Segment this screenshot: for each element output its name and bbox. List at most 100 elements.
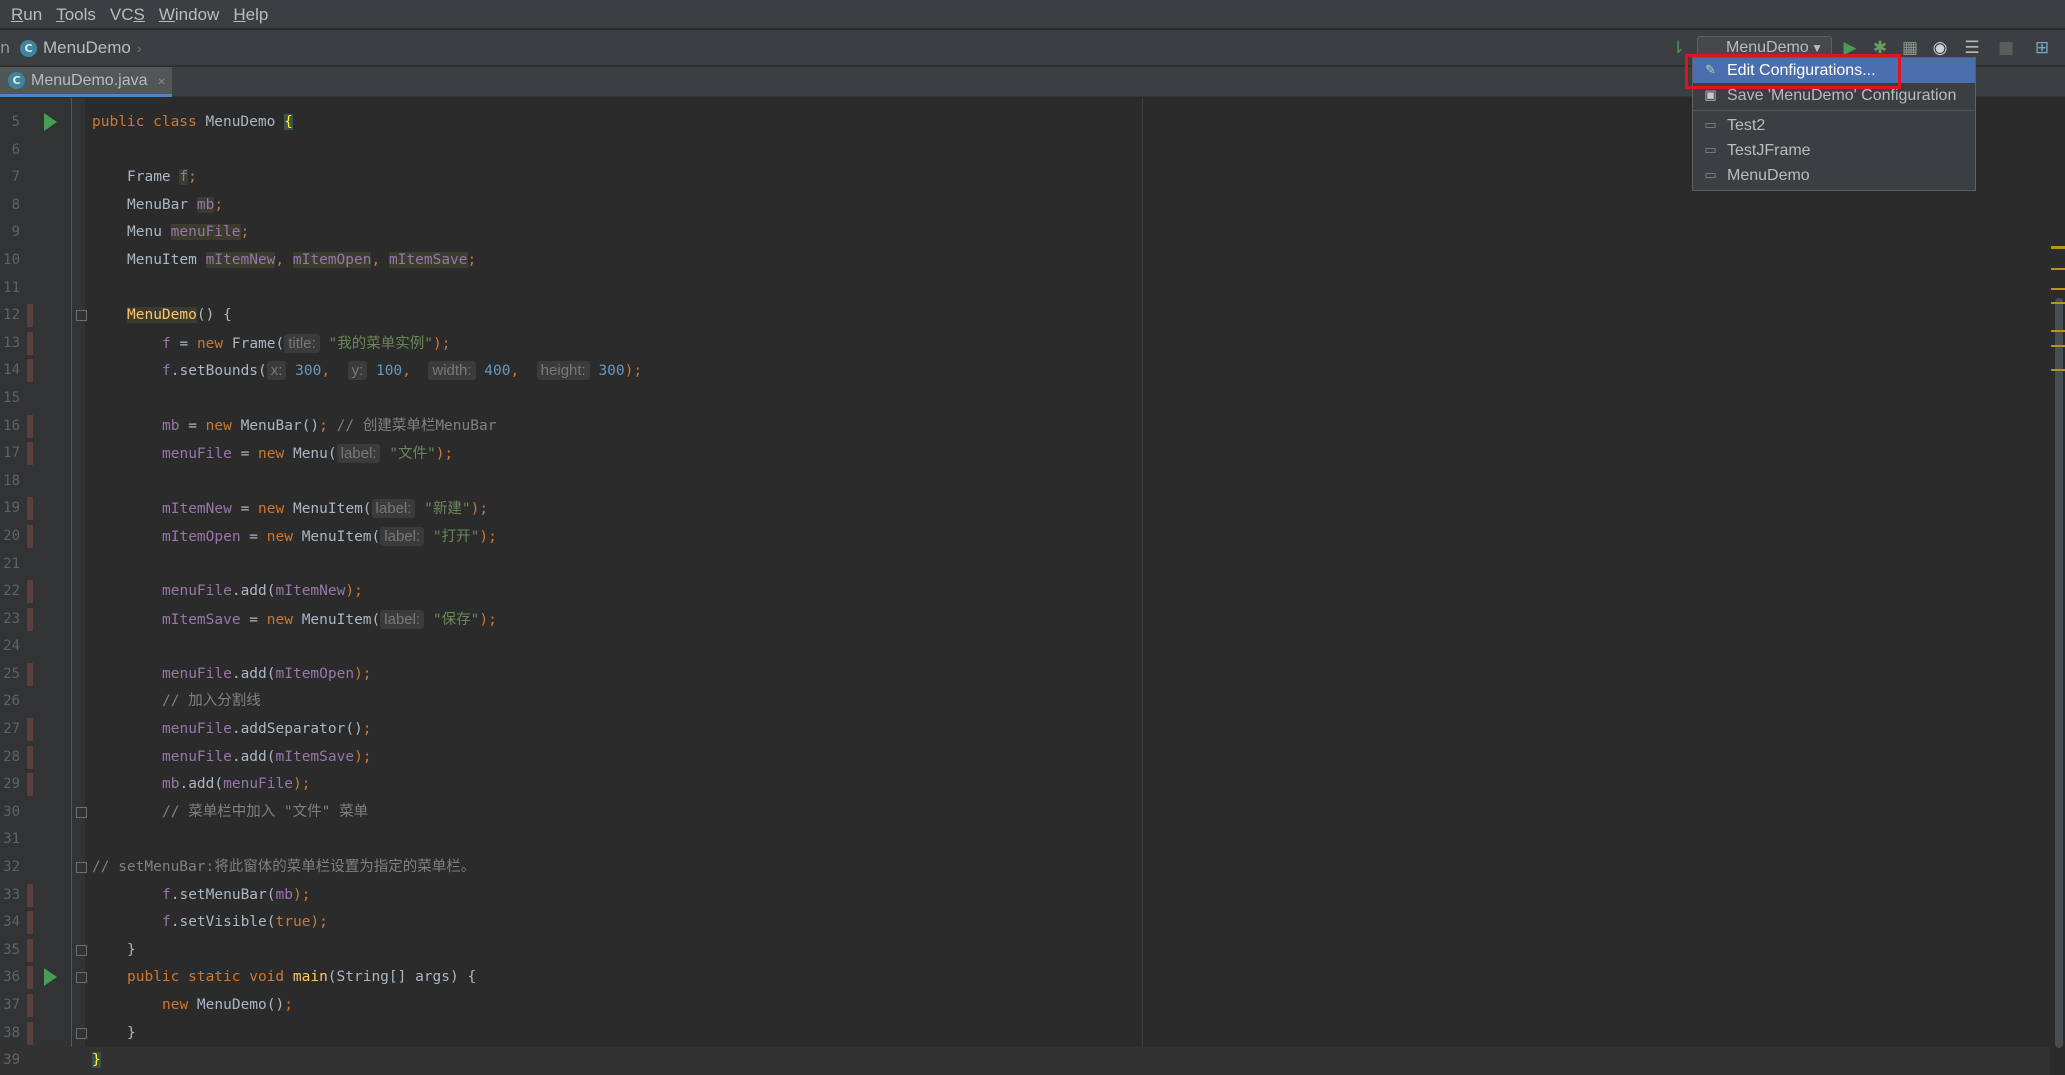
vcs-change-marker[interactable] xyxy=(27,718,33,742)
code-line[interactable]: 27 menuFile.addSeparator(); xyxy=(0,716,2050,744)
code-editor[interactable]: 5 public class MenuDemo {6 7 Frame f; 8 MenuB… xyxy=(0,98,2065,1075)
vertical-scrollbar[interactable] xyxy=(2050,98,2065,1066)
code-line[interactable]: 10 MenuItem mItemNew, mItemOpen, mItemSav… xyxy=(0,247,2050,275)
tab-menudemo-java[interactable]: C MenuDemo.java × xyxy=(0,67,172,97)
fold-marker-icon[interactable] xyxy=(76,310,87,322)
warning-stripe[interactable] xyxy=(2051,302,2065,304)
fold-marker-icon[interactable] xyxy=(76,972,87,984)
code-line[interactable]: 35} xyxy=(0,937,2050,965)
code-line[interactable]: 38} xyxy=(0,1020,2050,1048)
vcs-change-marker[interactable] xyxy=(27,359,33,383)
line-number[interactable]: 35 xyxy=(0,937,20,965)
code-line[interactable]: 33 f.setMenuBar(mb); xyxy=(0,882,2050,910)
vcs-change-marker[interactable] xyxy=(27,1021,33,1045)
line-number[interactable]: 31 xyxy=(0,826,20,854)
line-number[interactable]: 6 xyxy=(0,137,20,165)
line-number[interactable]: 16 xyxy=(0,413,20,441)
run-gutter-icon[interactable] xyxy=(44,968,57,987)
vcs-change-marker[interactable] xyxy=(27,745,33,769)
vcs-change-marker[interactable] xyxy=(27,414,33,438)
line-number[interactable]: 39 xyxy=(0,1047,20,1075)
vcs-change-marker[interactable] xyxy=(27,994,33,1017)
vcs-change-marker[interactable] xyxy=(27,580,33,604)
vcs-change-marker[interactable] xyxy=(27,938,33,962)
code-line[interactable]: 29 mb.add(menuFile); xyxy=(0,771,2050,799)
vcs-change-marker[interactable] xyxy=(27,497,33,521)
vcs-change-marker[interactable] xyxy=(27,331,33,355)
fold-marker-icon[interactable] xyxy=(76,944,87,956)
warning-stripe[interactable] xyxy=(2051,288,2065,290)
vcs-change-marker[interactable] xyxy=(27,662,33,686)
code-line[interactable]: 20 mItemOpen = new MenuItem(label: "打开"); xyxy=(0,523,2050,551)
code-line[interactable]: 37 new MenuDemo(); xyxy=(0,992,2050,1020)
code-line[interactable]: 26 // 加入分割线 xyxy=(0,688,2050,716)
code-line[interactable]: 24 xyxy=(0,633,2050,661)
line-number[interactable]: 24 xyxy=(0,633,20,661)
line-number[interactable]: 32 xyxy=(0,854,20,882)
line-number[interactable]: 25 xyxy=(0,661,20,689)
code-line[interactable]: 12 MenuDemo() { xyxy=(0,302,2050,330)
warning-stripe[interactable] xyxy=(2051,268,2065,270)
line-number[interactable]: 11 xyxy=(0,275,20,303)
vcs-change-marker[interactable] xyxy=(27,524,33,548)
line-number[interactable]: 5 xyxy=(0,109,20,137)
code-line[interactable]: 11 xyxy=(0,275,2050,303)
config-item-test2[interactable]: ▭ Test2 xyxy=(1693,113,1975,138)
profile-icon[interactable]: ◉ xyxy=(1930,38,1950,58)
code-line[interactable]: 18 xyxy=(0,468,2050,496)
code-line[interactable]: 19 mItemNew = new MenuItem(label: "新建"); xyxy=(0,495,2050,523)
fold-marker-icon[interactable] xyxy=(76,862,87,874)
line-number[interactable]: 21 xyxy=(0,551,20,579)
line-number[interactable]: 13 xyxy=(0,330,20,358)
line-number[interactable]: 12 xyxy=(0,302,20,330)
warning-stripe[interactable] xyxy=(2051,247,2065,249)
coverage-icon[interactable]: ▦ xyxy=(1900,38,1920,58)
menu-help[interactable]: Help xyxy=(226,0,275,29)
menu-run[interactable]: Run xyxy=(4,0,49,29)
code-line[interactable]: 17 menuFile = new Menu(label: "文件"); xyxy=(0,440,2050,468)
line-number[interactable]: 30 xyxy=(0,799,20,827)
line-number[interactable]: 15 xyxy=(0,385,20,413)
code-line[interactable]: 23 mItemSave = new MenuItem(label: "保存"); xyxy=(0,606,2050,634)
line-number[interactable]: 36 xyxy=(0,964,20,992)
line-number[interactable]: 7 xyxy=(0,164,20,192)
vcs-change-marker[interactable] xyxy=(27,442,33,466)
code-line[interactable]: 15 xyxy=(0,385,2050,413)
line-number[interactable]: 33 xyxy=(0,882,20,910)
vcs-change-marker[interactable] xyxy=(27,607,33,631)
warning-stripe[interactable] xyxy=(2051,369,2065,371)
breadcrumb-overflow[interactable]: n xyxy=(0,38,10,57)
line-number[interactable]: 10 xyxy=(0,247,20,275)
code-line[interactable]: 13 f = new Frame(title: "我的菜单实例"); xyxy=(0,330,2050,358)
code-line[interactable]: 14 f.setBounds(x: 300, y: 100, width: 400… xyxy=(0,357,2050,385)
line-number[interactable]: 20 xyxy=(0,523,20,551)
vcs-change-marker[interactable] xyxy=(27,304,33,328)
config-item-testjframe[interactable]: ▭ TestJFrame xyxy=(1693,138,1975,163)
line-number[interactable]: 19 xyxy=(0,495,20,523)
warning-stripe[interactable] xyxy=(2051,345,2065,347)
project-structure-icon[interactable]: ⊞ xyxy=(2032,38,2052,58)
code-line[interactable]: 9 Menu menuFile; xyxy=(0,219,2050,247)
stop-icon[interactable]: ■ xyxy=(1996,38,2016,58)
fold-marker-icon[interactable] xyxy=(76,1027,87,1039)
menu-window[interactable]: Window xyxy=(152,0,226,29)
code-line[interactable]: 25 menuFile.add(mItemOpen); xyxy=(0,661,2050,689)
config-item-menudemo[interactable]: ▭ MenuDemo xyxy=(1693,163,1975,188)
warning-stripe[interactable] xyxy=(2051,330,2065,332)
code-line[interactable]: 22 menuFile.add(mItemNew); xyxy=(0,578,2050,606)
line-number[interactable]: 9 xyxy=(0,219,20,247)
line-number[interactable]: 8 xyxy=(0,192,20,220)
line-number[interactable]: 27 xyxy=(0,716,20,744)
code-line[interactable]: 34 f.setVisible(true); xyxy=(0,909,2050,937)
vcs-change-marker[interactable] xyxy=(27,966,33,990)
line-number[interactable]: 22 xyxy=(0,578,20,606)
code-line[interactable]: 32 // setMenuBar:将此窗体的菜单栏设置为指定的菜单栏。 xyxy=(0,854,2050,882)
menu-tools[interactable]: Tools xyxy=(49,0,103,29)
line-number[interactable]: 28 xyxy=(0,744,20,772)
fold-marker-icon[interactable] xyxy=(76,806,87,818)
line-number[interactable]: 23 xyxy=(0,606,20,634)
code-line[interactable]: 30 // 菜单栏中加入 "文件" 菜单 xyxy=(0,799,2050,827)
line-number[interactable]: 38 xyxy=(0,1020,20,1048)
line-number[interactable]: 37 xyxy=(0,992,20,1020)
line-number[interactable]: 17 xyxy=(0,440,20,468)
